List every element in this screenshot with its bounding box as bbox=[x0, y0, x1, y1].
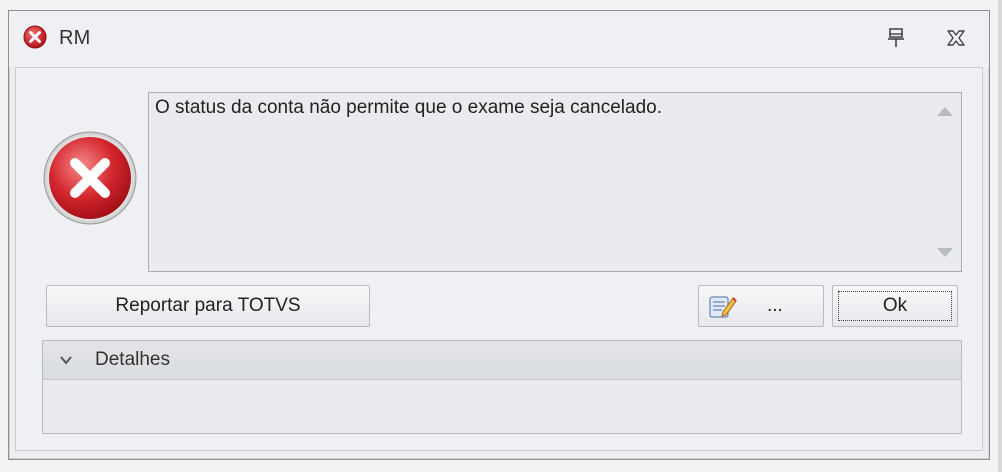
notepad-icon bbox=[709, 296, 737, 318]
message-textarea[interactable]: O status da conta não permite que o exam… bbox=[148, 92, 962, 272]
more-button-label: ... bbox=[767, 295, 783, 316]
window-title: RM bbox=[59, 27, 91, 49]
error-icon bbox=[43, 131, 137, 225]
report-button-label: Reportar para TOTVS bbox=[115, 295, 301, 316]
scroll-down-arrow[interactable] bbox=[937, 248, 953, 257]
details-header[interactable]: Detalhes bbox=[43, 341, 961, 380]
report-totvs-button[interactable]: Reportar para TOTVS bbox=[46, 285, 370, 327]
pin-icon bbox=[888, 28, 904, 47]
error-message-text: O status da conta não permite que o exam… bbox=[155, 97, 662, 118]
ok-button[interactable]: Ok bbox=[832, 285, 958, 327]
error-title-icon bbox=[23, 25, 47, 49]
more-options-button[interactable]: ... bbox=[698, 285, 824, 327]
close-button[interactable] bbox=[941, 23, 971, 53]
details-label: Detalhes bbox=[95, 349, 170, 370]
details-panel: Detalhes bbox=[42, 340, 962, 434]
error-dialog: RM O status da conta não permite que o e… bbox=[8, 10, 990, 460]
focus-indicator bbox=[838, 291, 952, 321]
pin-button[interactable] bbox=[881, 23, 911, 53]
chevron-down-icon bbox=[60, 356, 72, 365]
scroll-up-arrow[interactable] bbox=[937, 107, 953, 116]
title-bar[interactable]: RM bbox=[9, 11, 989, 67]
close-icon bbox=[947, 30, 965, 46]
dialog-content: O status da conta não permite que o exam… bbox=[15, 67, 983, 451]
backdrop-edge bbox=[998, 0, 1002, 472]
